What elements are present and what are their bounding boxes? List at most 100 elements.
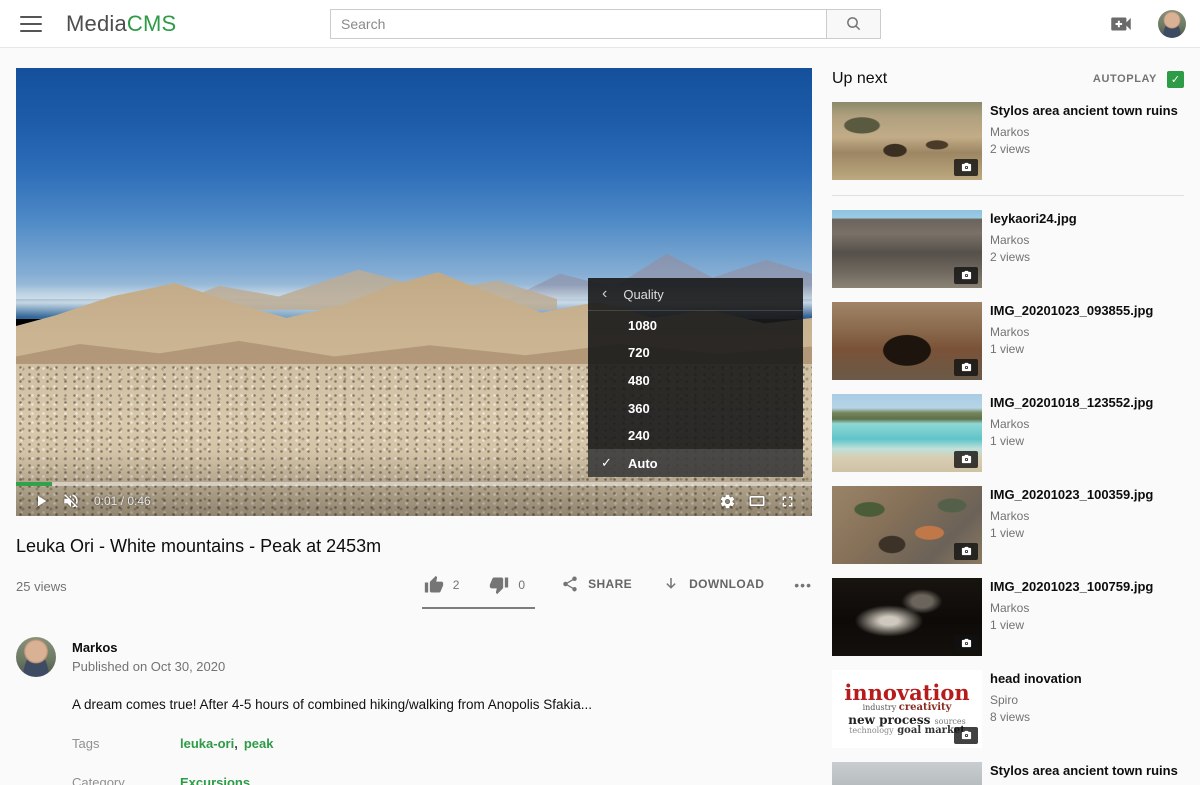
share-icon [561,575,579,593]
thumbnail [832,102,982,180]
camera-badge [954,635,978,652]
camera-icon [961,362,972,373]
list-item[interactable]: Stylos area ancient town ruins Markos 2 … [832,102,1184,180]
list-item[interactable]: IMG_20201023_100759.jpg Markos 1 view [832,578,1184,656]
camera-icon [961,730,972,741]
theater-mode-button[interactable] [742,486,772,516]
thumbnail [832,302,982,380]
search-button[interactable] [827,9,881,39]
tags-label: Tags [72,736,180,751]
gear-icon [719,493,736,510]
player-controls: 0:01 / 0:46 [16,486,812,516]
play-button[interactable] [26,486,56,516]
check-icon: ✓ [1171,73,1180,86]
list-item[interactable]: IMG_20201023_093855.jpg Markos 1 view [832,302,1184,380]
tags-row: Tags leuka-ori, peak [72,736,812,751]
play-icon [32,492,50,510]
chevron-left-icon: ‹ [602,285,607,303]
user-avatar[interactable] [1158,10,1186,38]
camera-badge [954,543,978,560]
tag-link-peak[interactable]: peak [244,736,274,751]
settings-button[interactable] [712,486,742,516]
share-button[interactable]: SHARE [561,575,632,593]
category-link[interactable]: Excursions [180,775,250,785]
fullscreen-icon [779,493,796,510]
camera-icon [961,162,972,173]
autoplay-checkbox[interactable]: ✓ [1167,71,1184,88]
quality-option-240[interactable]: 240 [588,422,803,450]
up-next-title: Up next [832,70,887,88]
author-section: Markos Published on Oct 30, 2020 [16,637,812,677]
list-item[interactable]: leykaori24.jpg Markos 2 views [832,210,1184,288]
mute-button[interactable] [56,486,86,516]
thumbs-down-icon [489,575,509,595]
share-download-group: SHARE DOWNLOAD ••• [561,573,812,593]
camera-icon [961,546,972,557]
fullscreen-button[interactable] [772,486,802,516]
top-right-actions [1108,10,1186,38]
quality-option-1080[interactable]: 1080 [588,311,803,339]
time-display: 0:01 / 0:46 [94,494,151,508]
theater-mode-icon [747,491,767,511]
thumbnail [832,578,982,656]
quality-menu-back[interactable]: ‹ Quality [588,278,803,311]
camera-badge [954,727,978,744]
camera-icon [961,270,972,281]
logo-media: Media [66,11,127,36]
media-column: ‹ Quality 1080 720 480 360 240 ✓ Auto [16,68,812,785]
video-player[interactable]: ‹ Quality 1080 720 480 360 240 ✓ Auto [16,68,812,516]
menu-icon[interactable] [20,16,42,32]
quality-option-720[interactable]: 720 [588,339,803,367]
list-item[interactable]: IMG_20201023_100359.jpg Markos 1 view [832,486,1184,564]
camera-badge [954,267,978,284]
download-label: DOWNLOAD [689,577,764,591]
main-content: ‹ Quality 1080 720 480 360 240 ✓ Auto [0,48,1200,785]
sidebar-divider [832,195,1184,196]
thumbnail [832,210,982,288]
thumbnail [832,486,982,564]
tag-separator: , [234,736,238,751]
quality-option-auto[interactable]: ✓ Auto [588,449,803,477]
camera-badge [954,159,978,176]
quality-option-480[interactable]: 480 [588,367,803,395]
category-label: Category [72,775,180,785]
download-button[interactable]: DOWNLOAD [662,575,764,593]
quality-option-360[interactable]: 360 [588,394,803,422]
up-next-sidebar: Up next AUTOPLAY ✓ Stylos area ancient t… [832,70,1184,785]
thumbnail [832,394,982,472]
camera-icon [961,638,972,649]
logo[interactable]: MediaCMS [66,11,176,37]
quality-menu-title: Quality [623,287,663,302]
autoplay-label: AUTOPLAY [1093,73,1157,85]
tag-link-leuka-ori[interactable]: leuka-ori [180,736,234,751]
view-count: 25 views [16,573,67,594]
list-item[interactable]: IMG_20201018_123552.jpg Markos 1 view [832,394,1184,472]
author-avatar[interactable] [16,637,56,677]
like-button[interactable]: 2 [424,575,460,595]
dislike-count: 0 [518,578,525,592]
thumbs-up-icon [424,575,444,595]
up-next-header: Up next AUTOPLAY ✓ [832,70,1184,88]
more-options-button[interactable]: ••• [794,575,812,593]
camera-icon [961,454,972,465]
thumbnail [832,762,982,785]
autoplay-toggle[interactable]: AUTOPLAY ✓ [1093,71,1184,88]
media-title: Leuka Ori - White mountains - Peak at 24… [16,536,812,557]
author-name[interactable]: Markos [72,637,225,655]
top-bar: MediaCMS [0,0,1200,48]
list-item[interactable]: innovation industry creativity new proce… [832,670,1184,748]
list-item[interactable]: Stylos area ancient town ruins [832,762,1184,785]
media-meta-row: 25 views 2 0 SHARE [16,573,812,609]
search-bar [330,9,881,39]
search-icon [845,15,863,33]
dislike-button[interactable]: 0 [489,575,525,595]
rating-group: 2 0 [422,573,535,609]
camera-badge [954,359,978,376]
search-input[interactable] [330,9,827,39]
thumbnail: innovation industry creativity new proce… [832,670,982,748]
upload-media-icon[interactable] [1108,11,1134,37]
camera-badge [954,451,978,468]
check-icon: ✓ [601,455,612,471]
share-label: SHARE [588,577,632,591]
volume-muted-icon [62,492,80,510]
